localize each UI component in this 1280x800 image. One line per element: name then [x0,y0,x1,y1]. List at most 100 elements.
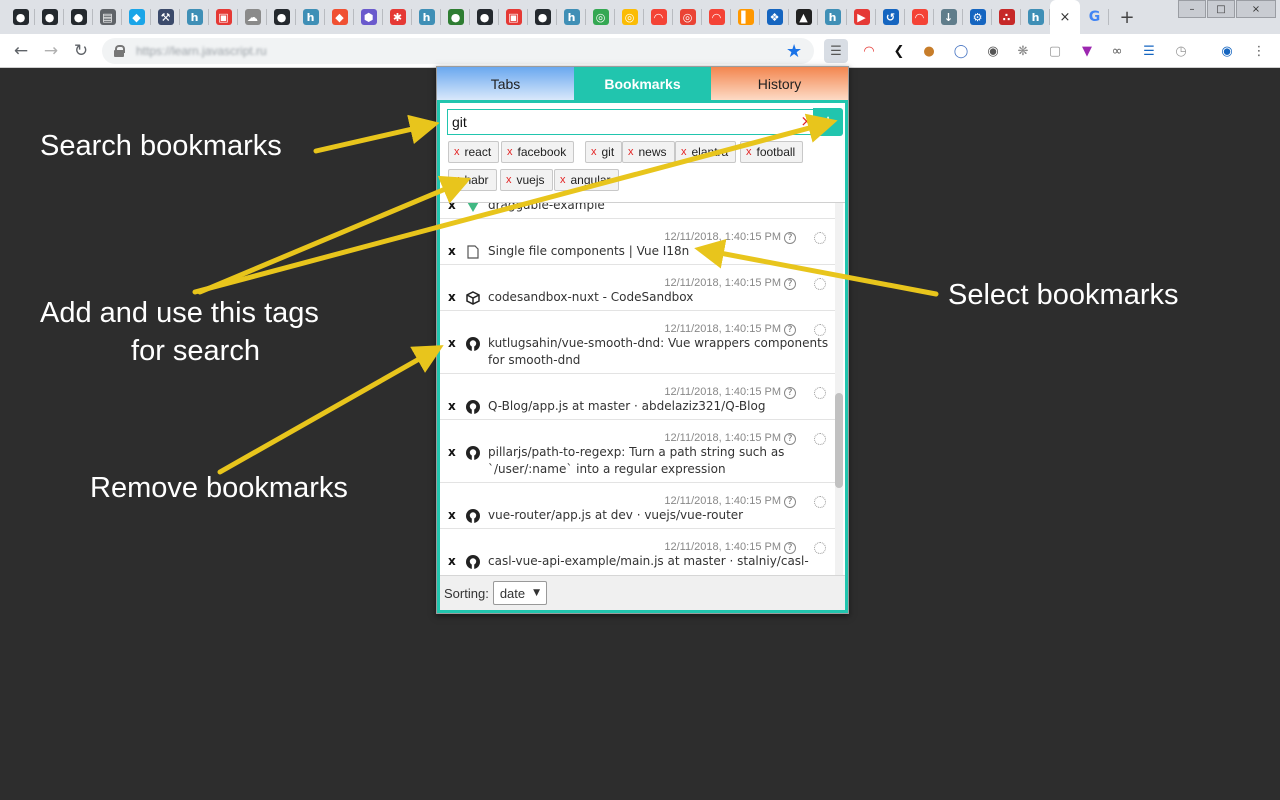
maximize-button[interactable]: □ [1207,0,1235,18]
browser-tab[interactable]: ◎ [615,0,644,34]
chat-icon[interactable]: ◉ [984,42,1002,60]
bookmark-item[interactable]: x Single file components | Vue I18n 12/11/… [440,219,836,265]
browser-tab[interactable]: h [557,0,586,34]
browser-tab[interactable]: ● [64,0,93,34]
bookmark-star-icon[interactable]: ★ [786,41,802,62]
sorting-select[interactable]: date ▼ [492,581,548,605]
tag-chip[interactable]: x football [740,141,804,163]
bookmark-title[interactable]: pillarjs/path-to-regexp: Turn a path str… [488,444,834,478]
reload-button[interactable]: ↻ [66,36,96,66]
add-tag-button[interactable]: + [813,108,843,136]
tag-chip[interactable]: x git [585,141,623,163]
browser-tab[interactable]: ● [470,0,499,34]
tag-remove-icon[interactable]: x [681,146,687,158]
browser-tab[interactable]: h [296,0,325,34]
gear-icon[interactable] [814,542,826,554]
bookmark-title[interactable]: casl-vue-api-example/main.js at master ·… [488,553,834,575]
browser-tab[interactable]: ∴ [992,0,1021,34]
back-button[interactable]: ← [6,36,36,66]
remove-bookmark-button[interactable]: x [448,554,456,568]
extension-bookmarks-icon[interactable]: ☰ [824,39,848,63]
browser-tab[interactable]: ▲ [789,0,818,34]
browser-tab[interactable]: ◎ [673,0,702,34]
tag-remove-icon[interactable]: x [628,146,634,158]
bookmark-item[interactable]: x pillarjs/path-to-regexp: Turn a path st… [440,420,836,483]
tag-chip[interactable]: x elantra [675,141,737,163]
bookmark-title[interactable]: codesandbox-nuxt - CodeSandbox [488,289,834,306]
help-icon[interactable]: ? [784,387,796,399]
cookie-icon[interactable]: ● [920,42,938,60]
opera-icon[interactable]: ◯ [952,42,970,60]
browser-tab[interactable]: ▶ [847,0,876,34]
tag-remove-icon[interactable]: x [560,174,566,186]
browser-tab[interactable]: ● [6,0,35,34]
bookmark-item[interactable]: x draggable-example [440,203,836,219]
browser-tab[interactable]: ↺ [876,0,905,34]
browser-tab[interactable]: ▤ [93,0,122,34]
close-tab-icon[interactable]: × [1060,10,1071,25]
active-tab[interactable]: × [1050,0,1080,34]
help-icon[interactable]: ? [784,542,796,554]
browser-tab[interactable]: ✱ [383,0,412,34]
help-icon[interactable]: ? [784,433,796,445]
browser-tab[interactable]: ☁ [238,0,267,34]
scrollbar-thumb[interactable] [835,393,843,488]
tag-chip[interactable]: x vuejs [500,169,553,191]
close-window-button[interactable]: × [1236,0,1276,18]
browser-tab[interactable]: ❖ [760,0,789,34]
clock-extension-icon[interactable]: ◷ [1172,42,1190,60]
help-icon[interactable]: ? [784,232,796,244]
browser-tab[interactable]: ● [35,0,64,34]
bookmark-title[interactable]: Q-Blog/app.js at master · abdelaziz321/Q… [488,398,834,415]
remove-bookmark-button[interactable]: x [448,445,456,459]
bookmark-item[interactable]: x casl-vue-api-example/main.js at master … [440,529,836,575]
tag-remove-icon[interactable]: x [746,146,752,158]
browser-tab[interactable]: h [180,0,209,34]
tag-remove-icon[interactable]: x [454,146,460,158]
profile-avatar-icon[interactable]: ◉ [1218,42,1236,60]
browser-tab[interactable]: ◎ [586,0,615,34]
remove-bookmark-button[interactable]: x [448,290,456,304]
browser-tab[interactable]: ● [267,0,296,34]
square-extension-icon[interactable]: ▢ [1046,42,1064,60]
tag-chip[interactable]: x facebook [501,141,575,163]
tag-chip[interactable]: x angular [554,169,619,191]
bookmark-item[interactable]: x kutlugsahin/vue-smooth-dnd: Vue wrapper… [440,311,836,374]
bookmark-title[interactable]: Single file components | Vue I18n [488,243,834,260]
rainbow-extension-icon[interactable]: ◠ [860,42,878,60]
browser-tab[interactable]: ● [528,0,557,34]
gear-icon[interactable] [814,278,826,290]
tab-google[interactable]: G [1080,0,1109,34]
tag-remove-icon[interactable]: x [507,146,513,158]
help-icon[interactable]: ? [784,496,796,508]
gear-icon[interactable] [814,232,826,244]
settings-extension-icon[interactable]: ❋ [1014,42,1032,60]
help-icon[interactable]: ? [784,278,796,290]
bookmark-title[interactable]: draggable-example [488,203,834,214]
tag-chip[interactable]: x news [622,141,675,163]
browser-tab[interactable]: h [818,0,847,34]
vue-extension-icon[interactable]: ▼ [1078,42,1096,60]
browser-tab[interactable]: ▌ [731,0,760,34]
infinity-icon[interactable]: ∞ [1108,42,1126,60]
gear-icon[interactable] [814,496,826,508]
browser-tab[interactable]: ⚙ [963,0,992,34]
browser-tab[interactable]: ◠ [905,0,934,34]
bookmark-item[interactable]: x Q-Blog/app.js at master · abdelaziz321/… [440,374,836,420]
bookmark-item[interactable]: x vue-router/app.js at dev · vuejs/vue-ro… [440,483,836,529]
minimize-button[interactable]: – [1178,0,1206,18]
tag-chip[interactable]: x react [448,141,500,163]
bookmark-title[interactable]: kutlugsahin/vue-smooth-dnd: Vue wrappers… [488,335,834,369]
browser-tab[interactable]: ▣ [209,0,238,34]
gear-icon[interactable] [814,433,826,445]
browser-tab[interactable]: h [412,0,441,34]
tab-tabs[interactable]: Tabs [437,67,574,100]
browser-tab[interactable]: ◆ [325,0,354,34]
browser-tab[interactable]: ● [441,0,470,34]
new-tab-button[interactable]: + [1115,5,1139,29]
gear-icon[interactable] [814,324,826,336]
tag-remove-icon[interactable]: x [454,174,460,186]
forward-button[interactable]: → [36,36,66,66]
remove-bookmark-button[interactable]: x [448,399,456,413]
browser-tab[interactable]: ⚒ [151,0,180,34]
